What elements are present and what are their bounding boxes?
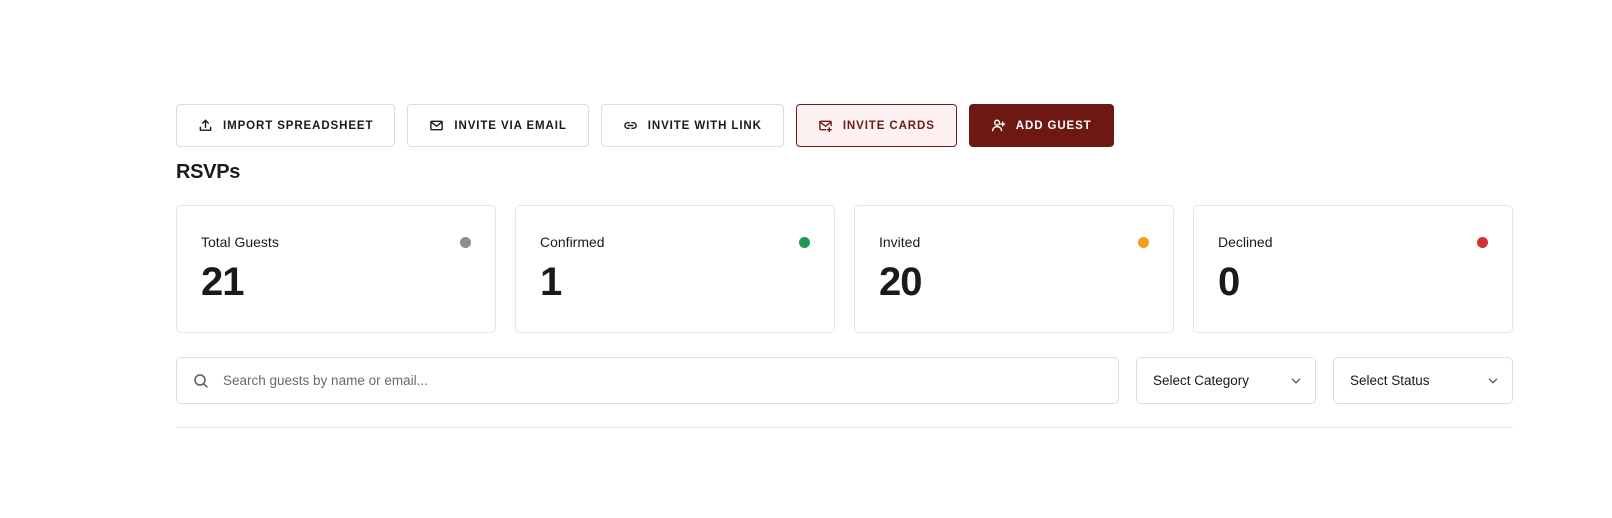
stat-card-declined: Declined 0 [1193, 205, 1513, 333]
invite-with-link-button[interactable]: INVITE WITH LINK [600, 104, 784, 147]
stat-value: 21 [201, 260, 245, 304]
guest-list-page: IMPORT SPREADSHEET INVITE VIA EMAIL INVI… [0, 0, 1612, 518]
add-guest-button[interactable]: ADD GUEST [968, 104, 1114, 147]
stat-card-invited: Invited 20 [854, 205, 1174, 333]
user-plus-icon [991, 119, 1006, 132]
guest-filters: Select Category Select Status [176, 357, 1513, 404]
status-dot [1138, 237, 1149, 248]
invite-cards-label: INVITE CARDS [842, 119, 935, 132]
category-select[interactable]: Select Category [1136, 357, 1316, 404]
status-dot [460, 237, 471, 248]
stat-label: Total Guests [201, 234, 279, 250]
import-spreadsheet-label: IMPORT SPREADSHEET [223, 119, 374, 132]
invite-with-link-label: INVITE WITH LINK [647, 119, 762, 132]
rsvp-stats: Total Guests 21 Confirmed 1 Invited 20 D… [176, 205, 1513, 333]
mail-icon [430, 120, 444, 131]
action-toolbar: IMPORT SPREADSHEET INVITE VIA EMAIL INVI… [176, 104, 1114, 147]
stat-card-confirmed: Confirmed 1 [515, 205, 835, 333]
status-dot [799, 237, 810, 248]
invite-cards-button[interactable]: INVITE CARDS [795, 104, 957, 147]
invite-via-email-button[interactable]: INVITE VIA EMAIL [407, 104, 589, 147]
search-input[interactable] [221, 372, 1102, 389]
status-dot [1477, 237, 1488, 248]
stat-label: Invited [879, 234, 921, 250]
divider [176, 427, 1513, 428]
upload-icon [199, 119, 212, 131]
stat-value: 1 [540, 260, 562, 304]
import-spreadsheet-button[interactable]: IMPORT SPREADSHEET [176, 104, 396, 147]
status-select-value: Select Status [1350, 373, 1430, 388]
chevron-down-icon [1291, 378, 1301, 383]
add-guest-label: ADD GUEST [1015, 119, 1092, 132]
chevron-down-icon [1488, 378, 1498, 383]
link-icon [624, 121, 637, 130]
stat-card-total-guests: Total Guests 21 [176, 205, 496, 333]
stat-label: Confirmed [540, 234, 605, 250]
stat-value: 20 [879, 260, 923, 304]
status-select[interactable]: Select Status [1333, 357, 1513, 404]
invite-via-email-label: INVITE VIA EMAIL [454, 119, 567, 132]
search-box[interactable] [176, 357, 1119, 404]
search-icon [194, 373, 208, 388]
mail-plus-icon [819, 120, 832, 133]
category-select-value: Select Category [1153, 373, 1250, 388]
stat-value: 0 [1218, 260, 1240, 304]
stat-label: Declined [1218, 234, 1273, 250]
section-title: RSVPs [176, 161, 241, 183]
